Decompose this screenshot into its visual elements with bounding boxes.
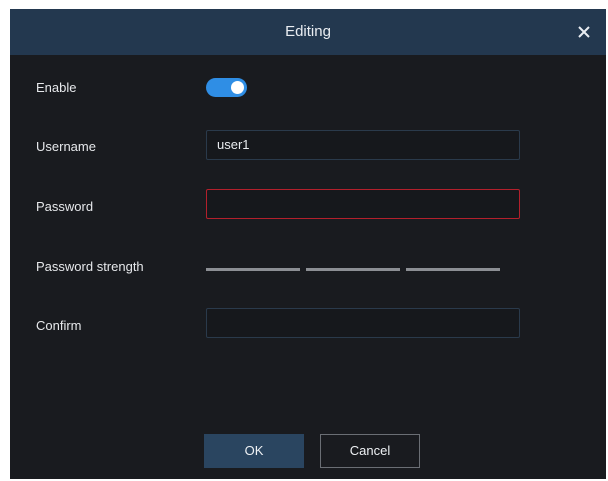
toggle-knob <box>231 81 244 94</box>
password-strength-label: Password strength <box>36 259 144 274</box>
username-input[interactable]: user1 <box>206 130 520 160</box>
dialog-titlebar: Editing <box>10 9 606 55</box>
ok-button[interactable]: OK <box>204 434 304 468</box>
username-label: Username <box>36 139 96 154</box>
password-strength-bar-2 <box>306 268 400 271</box>
password-strength-bar-1 <box>206 268 300 271</box>
password-label: Password <box>36 199 94 214</box>
password-input[interactable] <box>206 189 520 219</box>
cancel-button[interactable]: Cancel <box>320 434 420 468</box>
confirm-input[interactable] <box>206 308 520 338</box>
password-strength-bar-3 <box>406 268 500 271</box>
editing-dialog: Editing Enable Username user1 Password P… <box>10 9 606 479</box>
enable-label: Enable <box>36 80 77 95</box>
close-button[interactable] <box>572 20 596 44</box>
enable-toggle[interactable] <box>206 78 247 97</box>
dialog-title: Editing <box>285 23 331 40</box>
close-icon <box>578 26 590 38</box>
confirm-label: Confirm <box>36 318 82 333</box>
